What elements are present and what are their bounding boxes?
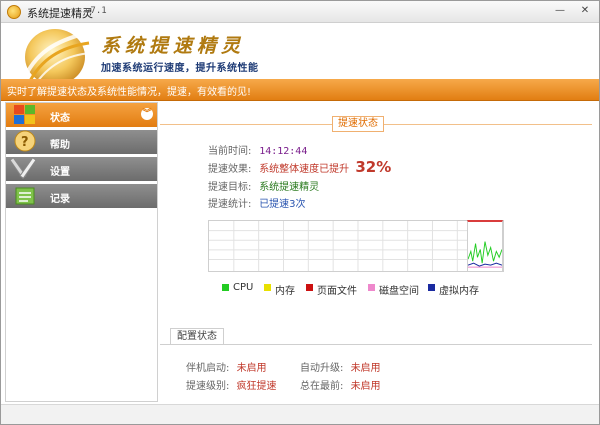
sidebar-item-status[interactable]: 状态 ︾ (6, 103, 157, 127)
config-boot: 伴机启动: 未启用 (186, 359, 267, 374)
sidebar: 状态 ︾ ? 帮助 设置 记录 (5, 102, 158, 402)
legend-label: 磁盘空间 (379, 286, 419, 297)
legend-swatch (264, 284, 271, 291)
title-bar[interactable]: 系统提速精灵 v7.1 — ✕ (1, 1, 599, 23)
sidebar-item-help[interactable]: ? 帮助 (6, 130, 157, 154)
record-icon (15, 187, 35, 205)
time-label: 当前时间: (208, 146, 252, 157)
close-button[interactable]: ✕ (578, 5, 592, 18)
info-target: 提速目标: 系统提速精灵 (208, 178, 319, 193)
time-value: 14:12:44 (259, 146, 308, 157)
effect-percent: 32% (355, 158, 392, 176)
legend-swatch (222, 284, 229, 291)
graph-legend: CPU 内存 页面文件 磁盘空间 虚拟内存 (222, 282, 542, 297)
legend-swatch (306, 284, 313, 291)
legend-swatch (368, 284, 375, 291)
sidebar-item-settings[interactable]: 设置 (6, 157, 157, 181)
brand-subtitle: 加速系统运行速度，提升系统性能 (101, 63, 259, 74)
boot-label: 伴机启动: (186, 363, 230, 374)
target-value: 系统提速精灵 (259, 182, 320, 193)
info-stats: 提速统计: 已提速3次 (208, 195, 306, 210)
effect-label: 提速效果: (208, 164, 252, 175)
notice-bar: 实时了解提速状态及系统性能情况，提速，有效看的见! (1, 79, 599, 101)
section-title: 提速状态 (332, 116, 384, 132)
stats-label: 提速统计: (208, 199, 252, 210)
sidebar-item-label: 设置 (50, 167, 70, 178)
ontop-label: 总在最前: (300, 381, 344, 392)
level-label: 提速级别: (186, 381, 230, 392)
sidebar-item-label: 状态 (50, 113, 70, 124)
config-autoupdate: 自动升级: 未启用 (300, 359, 381, 374)
windows-logo-icon (14, 105, 35, 124)
info-current-time: 当前时间: 14:12:44 (208, 142, 307, 157)
app-window: 系统提速精灵 v7.1 — ✕ 系统提速精灵 加速系统运行速度，提升系统性能 实… (0, 0, 600, 425)
legend-label: 虚拟内存 (439, 286, 479, 297)
sidebar-item-label: 帮助 (50, 140, 70, 151)
status-panel: 提速状态 当前时间: 14:12:44 提速效果: 系统整体速度已提升 32% … (160, 102, 599, 402)
minimize-button[interactable]: — (553, 5, 567, 18)
config-level: 提速级别: 疯狂提速 (186, 377, 277, 392)
window-title: 系统提速精灵 (27, 7, 93, 20)
effect-value: 系统整体速度已提升 (259, 164, 350, 175)
chevron-down-icon: ︾ (141, 108, 153, 120)
info-effect: 提速效果: 系统整体速度已提升 32% (208, 158, 391, 176)
legend-label: 页面文件 (317, 286, 357, 297)
legend-swatch (428, 284, 435, 291)
autoupdate-value: 未启用 (350, 363, 381, 374)
performance-graph (208, 220, 504, 272)
sidebar-item-records[interactable]: 记录 (6, 184, 157, 208)
svg-text:?: ? (21, 135, 29, 150)
legend-label: 内存 (275, 286, 295, 297)
ontop-value: 未启用 (350, 381, 381, 392)
config-divider (160, 344, 592, 345)
header-banner: 系统提速精灵 加速系统运行速度，提升系统性能 (1, 23, 599, 86)
config-ontop: 总在最前: 未启用 (300, 377, 381, 392)
boot-value: 未启用 (236, 363, 267, 374)
app-logo-icon (7, 5, 21, 19)
status-bar (1, 404, 599, 424)
brand-title: 系统提速精灵 (101, 35, 246, 57)
window-version: v7.1 (85, 6, 107, 16)
usage-sparkline (467, 220, 503, 272)
tools-icon (9, 157, 37, 179)
autoupdate-label: 自动升级: (300, 363, 344, 374)
stats-value: 已提速3次 (259, 199, 306, 210)
tab-config-status[interactable]: 配置状态 (170, 328, 224, 345)
sidebar-item-label: 记录 (50, 194, 70, 205)
notice-text: 实时了解提速状态及系统性能情况，提速，有效看的见! (7, 87, 252, 98)
level-value: 疯狂提速 (236, 381, 277, 392)
target-label: 提速目标: (208, 182, 252, 193)
legend-label: CPU (233, 282, 254, 293)
help-icon: ? (14, 130, 36, 152)
